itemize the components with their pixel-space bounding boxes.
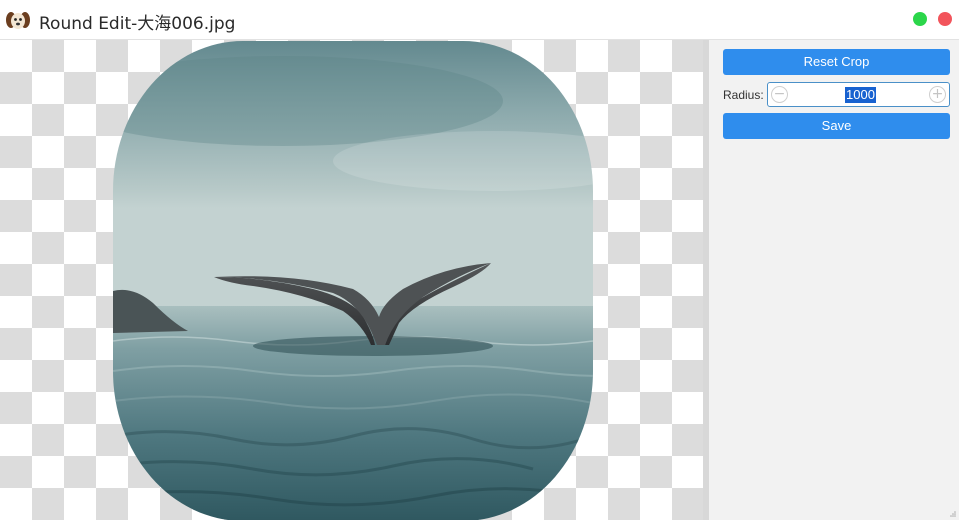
preview-canvas[interactable] bbox=[0, 40, 708, 520]
whale-tail-photo bbox=[113, 41, 593, 520]
window-title: Round Edit-大海006.jpg bbox=[39, 14, 236, 34]
minus-icon[interactable]: − bbox=[771, 86, 788, 103]
resize-grip-icon[interactable] bbox=[949, 510, 957, 518]
close-button[interactable] bbox=[938, 12, 952, 26]
reset-crop-button[interactable]: Reset Crop bbox=[723, 49, 950, 75]
dog-app-icon bbox=[6, 12, 30, 29]
radius-stepper[interactable]: − 1000 + bbox=[767, 82, 950, 107]
plus-icon[interactable]: + bbox=[929, 86, 946, 103]
title-bar: Round Edit-大海006.jpg bbox=[0, 0, 959, 40]
radius-input[interactable]: 1000 bbox=[845, 87, 876, 103]
settings-panel: Reset Crop Radius: − 1000 + Save bbox=[709, 40, 959, 520]
maximize-button[interactable] bbox=[913, 12, 927, 26]
radius-label: Radius: bbox=[723, 88, 764, 102]
save-button[interactable]: Save bbox=[723, 113, 950, 139]
